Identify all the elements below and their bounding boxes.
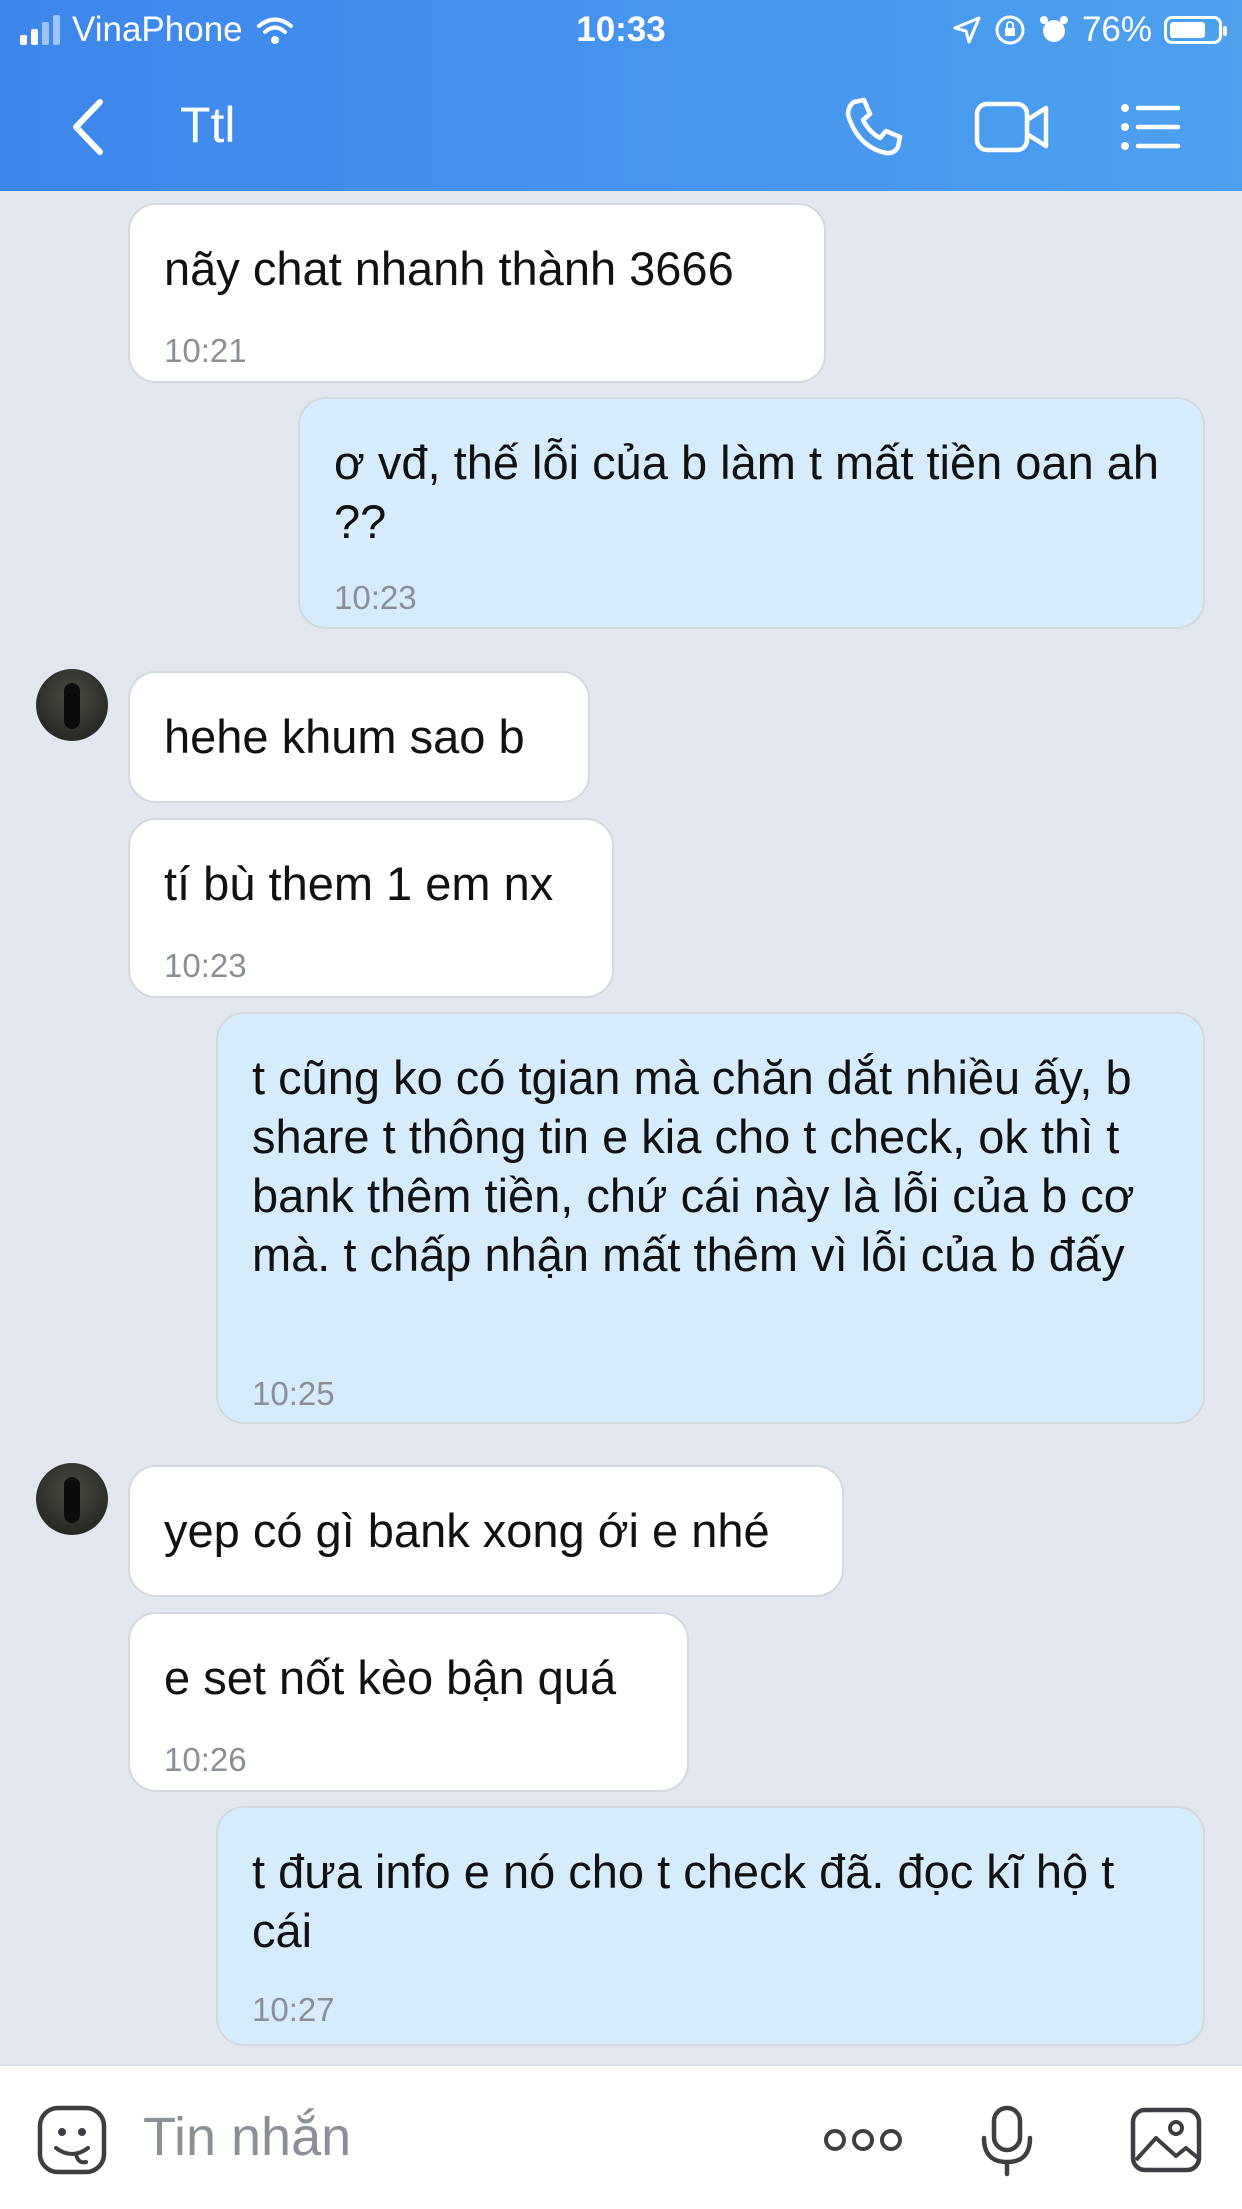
orientation-lock-icon [995,15,1025,45]
message-time: 10:25 [252,1375,335,1412]
message-text: ơ vđ, thế lỗi của b làm t mất tiền oan a… [334,436,1160,548]
avatar[interactable] [36,669,108,741]
more-dots-icon[interactable] [822,2102,904,2178]
message-text: hehe khum sao b [164,710,525,763]
microphone-icon[interactable] [970,2102,1044,2178]
message-time: 10:23 [334,579,417,616]
message-text: tí bù them 1 em nx [164,857,554,910]
nav-bar: Ttl [0,62,1242,191]
message-text: t cũng ko có tgian mà chăn dắt nhiều ấy,… [252,1051,1135,1281]
message-list[interactable]: nãy chat nhanh thành 3666 10:21 ơ vđ, th… [0,191,1242,2065]
list-menu-icon[interactable] [1118,90,1184,164]
composer-bar: Tin nhắn [0,2065,1242,2209]
message-bubble[interactable]: tí bù them 1 em nx 10:23 [128,818,614,998]
avatar[interactable] [36,1463,108,1535]
message-bubble[interactable]: e set nốt kèo bận quá 10:26 [128,1612,689,1792]
sticker-face-icon[interactable] [34,2102,110,2178]
message-bubble[interactable]: hehe khum sao b [128,671,590,803]
message-time: 10:23 [164,947,247,984]
chevron-left-icon[interactable] [60,92,120,162]
location-icon [953,16,981,44]
message-time: 10:26 [164,1741,247,1778]
message-bubble[interactable]: t đưa info e nó cho t check đã. đọc kĩ h… [216,1806,1205,2046]
video-camera-icon[interactable] [972,90,1052,164]
message-bubble[interactable]: t cũng ko có tgian mà chăn dắt nhiều ấy,… [216,1012,1205,1424]
battery-percent: 76% [1081,10,1152,49]
battery-icon [1164,16,1227,44]
message-time: 10:21 [164,332,247,369]
message-time: 10:27 [252,1991,335,2028]
phone-icon[interactable] [836,90,910,164]
message-text: t đưa info e nó cho t check đã. đọc kĩ h… [252,1845,1115,1957]
message-text: e set nốt kèo bận quá [164,1651,617,1704]
status-bar: VinaPhone 10:33 76% [0,0,1242,62]
message-bubble[interactable]: yep có gì bank xong ới e nhé [128,1465,844,1597]
message-bubble[interactable]: nãy chat nhanh thành 3666 10:21 [128,203,826,383]
message-text: nãy chat nhanh thành 3666 [164,242,734,295]
message-bubble[interactable]: ơ vđ, thế lỗi của b làm t mất tiền oan a… [298,397,1205,629]
message-input[interactable]: Tin nhắn [143,2106,351,2168]
chat-header: VinaPhone 10:33 76% Ttl [0,0,1242,191]
message-text: yep có gì bank xong ới e nhé [164,1504,770,1557]
chat-title[interactable]: Ttl [180,96,236,154]
alarm-icon [1039,16,1068,42]
image-icon[interactable] [1128,2102,1204,2178]
